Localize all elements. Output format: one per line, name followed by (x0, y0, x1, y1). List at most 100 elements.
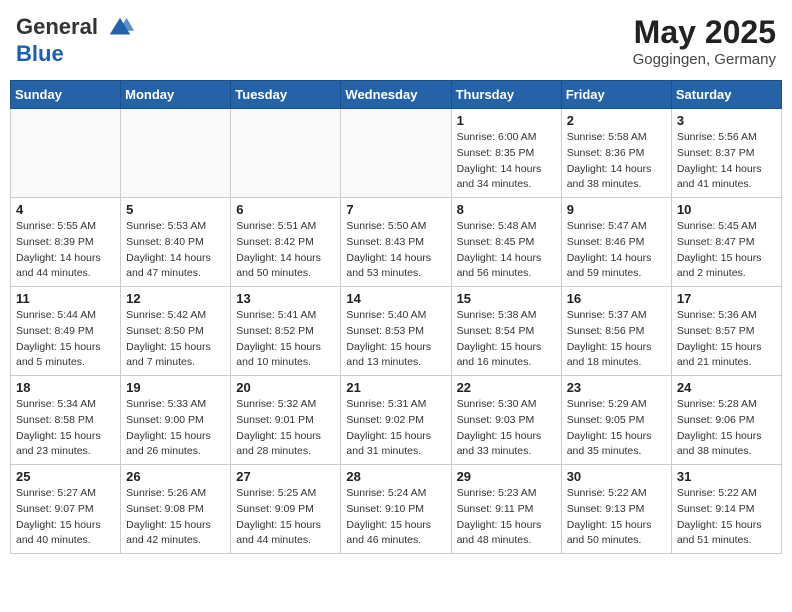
calendar-cell: 1 Sunrise: 6:00 AM Sunset: 8:35 PM Daylig… (451, 109, 561, 198)
day-number: 4 (16, 202, 115, 217)
day-detail: Sunrise: 5:40 AM Sunset: 8:53 PM Dayligh… (346, 308, 445, 371)
day-number: 2 (567, 113, 666, 128)
calendar-cell: 27 Sunrise: 5:25 AM Sunset: 9:09 PM Dayli… (231, 465, 341, 554)
calendar-cell: 20 Sunrise: 5:32 AM Sunset: 9:01 PM Dayli… (231, 376, 341, 465)
calendar-cell: 19 Sunrise: 5:33 AM Sunset: 9:00 PM Dayli… (121, 376, 231, 465)
day-number: 12 (126, 291, 225, 306)
day-number: 27 (236, 469, 335, 484)
day-detail: Sunrise: 5:45 AM Sunset: 8:47 PM Dayligh… (677, 219, 776, 282)
calendar-cell: 17 Sunrise: 5:36 AM Sunset: 8:57 PM Dayli… (671, 287, 781, 376)
day-detail: Sunrise: 5:32 AM Sunset: 9:01 PM Dayligh… (236, 397, 335, 460)
calendar-cell: 7 Sunrise: 5:50 AM Sunset: 8:43 PM Daylig… (341, 198, 451, 287)
day-number: 24 (677, 380, 776, 395)
weekday-header: Wednesday (341, 81, 451, 109)
day-detail: Sunrise: 5:56 AM Sunset: 8:37 PM Dayligh… (677, 130, 776, 193)
calendar-cell: 28 Sunrise: 5:24 AM Sunset: 9:10 PM Dayli… (341, 465, 451, 554)
calendar-cell: 29Sunrise: 5:23 AM Sunset: 9:11 PM Dayli… (451, 465, 561, 554)
calendar-week-row: 4 Sunrise: 5:55 AM Sunset: 8:39 PM Daylig… (11, 198, 782, 287)
calendar-cell: 3 Sunrise: 5:56 AM Sunset: 8:37 PM Daylig… (671, 109, 781, 198)
calendar-cell: 30 Sunrise: 5:22 AM Sunset: 9:13 PM Dayli… (561, 465, 671, 554)
calendar-week-row: 11Sunrise: 5:44 AM Sunset: 8:49 PM Dayli… (11, 287, 782, 376)
calendar-cell: 15Sunrise: 5:38 AM Sunset: 8:54 PM Dayli… (451, 287, 561, 376)
day-number: 22 (457, 380, 556, 395)
day-detail: Sunrise: 5:58 AM Sunset: 8:36 PM Dayligh… (567, 130, 666, 193)
calendar-cell: 18Sunrise: 5:34 AM Sunset: 8:58 PM Dayli… (11, 376, 121, 465)
day-detail: Sunrise: 5:38 AM Sunset: 8:54 PM Dayligh… (457, 308, 556, 371)
day-detail: Sunrise: 5:47 AM Sunset: 8:46 PM Dayligh… (567, 219, 666, 282)
calendar-cell: 25 Sunrise: 5:27 AM Sunset: 9:07 PM Dayli… (11, 465, 121, 554)
day-number: 3 (677, 113, 776, 128)
day-number: 31 (677, 469, 776, 484)
day-number: 25 (16, 469, 115, 484)
day-detail: Sunrise: 5:55 AM Sunset: 8:39 PM Dayligh… (16, 219, 115, 282)
day-detail: Sunrise: 5:36 AM Sunset: 8:57 PM Dayligh… (677, 308, 776, 371)
weekday-header: Thursday (451, 81, 561, 109)
calendar-cell: 13Sunrise: 5:41 AM Sunset: 8:52 PM Dayli… (231, 287, 341, 376)
calendar-cell (341, 109, 451, 198)
calendar-cell: 22Sunrise: 5:30 AM Sunset: 9:03 PM Dayli… (451, 376, 561, 465)
day-detail: Sunrise: 5:31 AM Sunset: 9:02 PM Dayligh… (346, 397, 445, 460)
day-number: 21 (346, 380, 445, 395)
day-number: 11 (16, 291, 115, 306)
day-number: 14 (346, 291, 445, 306)
day-number: 5 (126, 202, 225, 217)
day-detail: Sunrise: 5:26 AM Sunset: 9:08 PM Dayligh… (126, 486, 225, 549)
calendar-cell: 24 Sunrise: 5:28 AM Sunset: 9:06 PM Dayli… (671, 376, 781, 465)
calendar-cell: 4 Sunrise: 5:55 AM Sunset: 8:39 PM Daylig… (11, 198, 121, 287)
day-number: 1 (457, 113, 556, 128)
day-detail: Sunrise: 5:34 AM Sunset: 8:58 PM Dayligh… (16, 397, 115, 460)
day-detail: Sunrise: 5:28 AM Sunset: 9:06 PM Dayligh… (677, 397, 776, 460)
day-detail: Sunrise: 5:22 AM Sunset: 9:13 PM Dayligh… (567, 486, 666, 549)
calendar-cell: 31 Sunrise: 5:22 AM Sunset: 9:14 PM Dayli… (671, 465, 781, 554)
calendar-cell: 12 Sunrise: 5:42 AM Sunset: 8:50 PM Dayli… (121, 287, 231, 376)
weekday-header: Tuesday (231, 81, 341, 109)
day-detail: Sunrise: 5:25 AM Sunset: 9:09 PM Dayligh… (236, 486, 335, 549)
day-number: 8 (457, 202, 556, 217)
weekday-header: Sunday (11, 81, 121, 109)
calendar-cell: 5 Sunrise: 5:53 AM Sunset: 8:40 PM Daylig… (121, 198, 231, 287)
weekday-header-row: SundayMondayTuesdayWednesdayThursdayFrid… (11, 81, 782, 109)
day-detail: Sunrise: 5:42 AM Sunset: 8:50 PM Dayligh… (126, 308, 225, 371)
calendar-week-row: 1 Sunrise: 6:00 AM Sunset: 8:35 PM Daylig… (11, 109, 782, 198)
day-detail: Sunrise: 5:24 AM Sunset: 9:10 PM Dayligh… (346, 486, 445, 549)
day-detail: Sunrise: 5:23 AM Sunset: 9:11 PM Dayligh… (457, 486, 556, 549)
day-detail: Sunrise: 5:27 AM Sunset: 9:07 PM Dayligh… (16, 486, 115, 549)
day-number: 23 (567, 380, 666, 395)
day-number: 20 (236, 380, 335, 395)
calendar-cell: 14 Sunrise: 5:40 AM Sunset: 8:53 PM Dayli… (341, 287, 451, 376)
day-number: 30 (567, 469, 666, 484)
day-number: 9 (567, 202, 666, 217)
calendar-week-row: 18Sunrise: 5:34 AM Sunset: 8:58 PM Dayli… (11, 376, 782, 465)
calendar-cell: 10 Sunrise: 5:45 AM Sunset: 8:47 PM Dayli… (671, 198, 781, 287)
calendar-table: SundayMondayTuesdayWednesdayThursdayFrid… (10, 80, 782, 554)
day-detail: Sunrise: 6:00 AM Sunset: 8:35 PM Dayligh… (457, 130, 556, 193)
calendar-cell: 11Sunrise: 5:44 AM Sunset: 8:49 PM Dayli… (11, 287, 121, 376)
calendar-cell: 21 Sunrise: 5:31 AM Sunset: 9:02 PM Dayli… (341, 376, 451, 465)
title-block: May 2025 Goggingen, Germany (633, 14, 776, 68)
day-number: 10 (677, 202, 776, 217)
day-number: 28 (346, 469, 445, 484)
day-number: 17 (677, 291, 776, 306)
logo-general: General (16, 14, 98, 39)
day-number: 6 (236, 202, 335, 217)
day-detail: Sunrise: 5:37 AM Sunset: 8:56 PM Dayligh… (567, 308, 666, 371)
day-number: 19 (126, 380, 225, 395)
calendar-week-row: 25 Sunrise: 5:27 AM Sunset: 9:07 PM Dayli… (11, 465, 782, 554)
day-detail: Sunrise: 5:22 AM Sunset: 9:14 PM Dayligh… (677, 486, 776, 549)
day-number: 13 (236, 291, 335, 306)
weekday-header: Saturday (671, 81, 781, 109)
day-number: 26 (126, 469, 225, 484)
calendar-cell: 6 Sunrise: 5:51 AM Sunset: 8:42 PM Daylig… (231, 198, 341, 287)
calendar-cell: 8Sunrise: 5:48 AM Sunset: 8:45 PM Daylig… (451, 198, 561, 287)
weekday-header: Friday (561, 81, 671, 109)
calendar-cell: 16 Sunrise: 5:37 AM Sunset: 8:56 PM Dayli… (561, 287, 671, 376)
day-number: 16 (567, 291, 666, 306)
day-detail: Sunrise: 5:50 AM Sunset: 8:43 PM Dayligh… (346, 219, 445, 282)
day-detail: Sunrise: 5:51 AM Sunset: 8:42 PM Dayligh… (236, 219, 335, 282)
day-detail: Sunrise: 5:33 AM Sunset: 9:00 PM Dayligh… (126, 397, 225, 460)
calendar-cell (11, 109, 121, 198)
day-detail: Sunrise: 5:53 AM Sunset: 8:40 PM Dayligh… (126, 219, 225, 282)
calendar-cell (231, 109, 341, 198)
day-number: 7 (346, 202, 445, 217)
calendar-cell: 23Sunrise: 5:29 AM Sunset: 9:05 PM Dayli… (561, 376, 671, 465)
